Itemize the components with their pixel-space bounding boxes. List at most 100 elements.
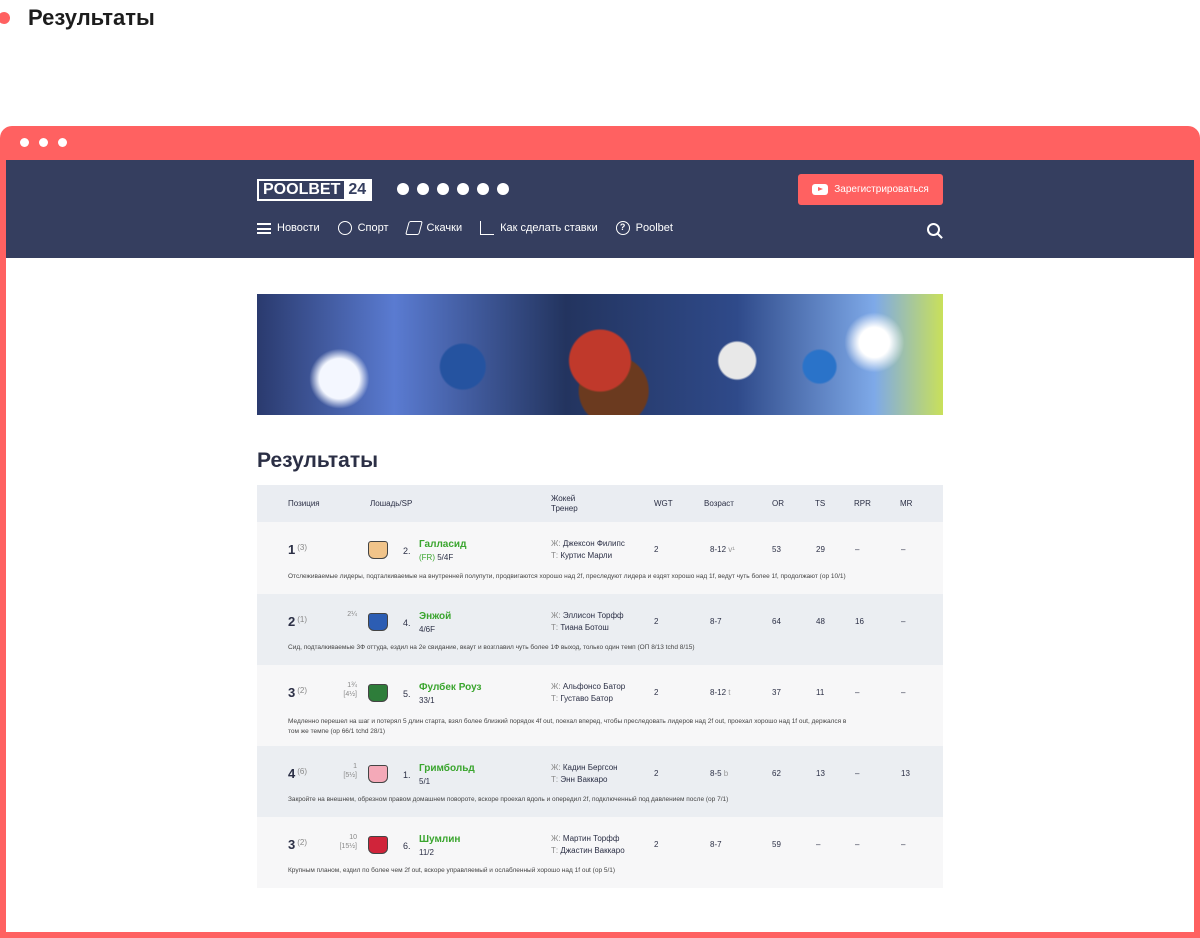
header-or: OR [772,499,784,508]
soccer-ball-icon [337,221,352,235]
starting-price: 11/2 [419,848,434,857]
browser-frame: POOLBET 24 Зарегистрироваться Новости Спо… [0,126,1200,938]
header-rpr: RPR [854,499,871,508]
race-comment: Закройте на внешнем, обрезном правом дом… [288,796,729,803]
wgt-value: 2 [654,617,659,626]
rpr-value: – [855,840,860,849]
jockey-trainer: Ж: Альфонсо Батор Т: Густаво Батор [551,682,626,703]
vk-icon[interactable] [417,183,429,195]
horse-name-link[interactable]: Энжой [419,611,451,622]
horse-number: 1. [403,770,411,780]
starting-price: 4/6F [419,625,436,634]
or-value: 53 [772,545,781,554]
distance-value: 10 [15½] [339,834,357,850]
site-header: POOLBET 24 Зарегистрироваться Новости Спо… [6,160,1194,258]
or-value: 64 [772,617,781,626]
age-value: 8-12 t [710,688,731,697]
nav-item-2[interactable]: Скачки [404,221,462,235]
position-value: 1 (3) [288,542,308,557]
mr-value: – [901,840,906,849]
window-controls [20,138,67,147]
or-value: 37 [772,688,781,697]
table-row[interactable]: 1 (3) 2. Галласид (FR) 5/4F Ж: Джексон Фи… [257,522,943,594]
race-comment: Крупным планом, ездил по более чем 2f ou… [288,867,616,874]
table-row[interactable]: 4 (6) 1 [5½] 1. Гримбольд 5/1 Ж: Кадин Бер… [257,746,943,817]
ts-value: 48 [816,617,825,626]
distance-value: 2¼ [347,611,357,618]
wgt-value: 2 [654,840,659,849]
outer-title: Результаты [0,0,155,36]
age-value: 8-5 b [710,769,729,778]
header-wgt: WGT [654,499,673,508]
facebook-icon[interactable] [457,183,469,195]
starting-price: 33/1 [419,696,435,705]
position-value: 3 (2) [288,837,308,852]
table-header: Позиция Лошадь/SP Жокей Тренер WGT Возрас… [257,485,943,522]
chart-up-icon [480,221,495,235]
horse-name-link[interactable]: Фулбек Роуз [419,682,482,693]
or-value: 59 [772,840,781,849]
jockey-silk-icon [368,613,388,631]
position-value: 4 (6) [288,766,308,781]
nav-item-3[interactable]: Как сделать ставки [480,221,598,235]
horse-name-link[interactable]: Гримбольд [419,763,475,774]
jockey-trainer: Ж: Эллисон Торфф Т: Тиана Ботош [551,611,624,632]
rpr-value: – [855,769,860,778]
ts-value: – [816,840,821,849]
window-dot-icon[interactable] [20,138,29,147]
horse-name-link[interactable]: Шумлин [419,834,460,845]
header-mr: MR [900,499,913,508]
nav-item-1[interactable]: Спорт [337,221,389,235]
horse-number: 5. [403,689,411,699]
instagram-icon[interactable] [397,183,409,195]
jockey-silk-icon [368,765,388,783]
rpr-value: – [855,688,860,697]
mr-value: – [901,617,906,626]
site-logo[interactable]: POOLBET 24 [257,179,373,201]
rpr-value: – [855,545,860,554]
mr-value: 13 [901,769,910,778]
wgt-value: 2 [654,545,659,554]
jockey-trainer: Ж: Мартин Торфф Т: Джастин Ваккаро [551,834,625,855]
position-value: 3 (2) [288,685,308,700]
search-icon[interactable] [927,223,940,236]
starting-price: (FR) 5/4F [419,553,454,562]
race-comment: Отслеживаемые лидеры, подталкиваемые на … [288,573,846,580]
jockey-trainer: Ж: Джексон Филипс Т: Куртис Марли [551,539,625,560]
bullet-dot-icon [0,12,10,24]
youtube-icon [812,184,829,195]
nav-item-4[interactable]: ? Poolbet [615,221,673,235]
mr-value: – [901,545,906,554]
header-ts: TS [815,499,826,508]
position-value: 2 (1) [288,614,308,629]
starting-price: 5/1 [419,777,431,786]
header-age: Возраст [704,499,734,508]
rpr-value: 16 [855,617,864,626]
jockey-silk-icon [368,541,388,559]
header-position: Позиция [288,499,320,508]
table-row[interactable]: 2 (1) 2¼ 4. Энжой 4/6F Ж: Эллисон Торфф Т:… [257,594,943,665]
table-row[interactable]: 3 (2) 10 [15½] 6. Шумлин 11/2 Ж: Мартин То… [257,817,943,888]
horse-number: 6. [403,841,411,851]
ts-value: 11 [816,688,825,697]
horse-icon [404,221,423,235]
register-button[interactable]: Зарегистрироваться [798,174,943,205]
horse-name-link[interactable]: Галласид [419,539,466,550]
age-value: 8-7 [710,840,722,849]
horse-number: 2. [403,546,411,556]
nav-item-0[interactable]: Новости [257,221,320,235]
odnoklassniki-icon[interactable] [477,183,489,195]
window-dot-icon[interactable] [39,138,48,147]
page-title: Результаты [257,449,379,472]
jockey-trainer: Ж: Кадин Бергсон Т: Энн Ваккаро [551,763,618,784]
distance-value: 1¾ [4½] [343,682,357,698]
jockey-silk-icon [368,836,388,854]
telegram-icon[interactable] [437,183,449,195]
or-value: 62 [772,769,781,778]
table-row[interactable]: 3 (2) 1¾ [4½] 5. Фулбек Роуз 33/1 Ж: Альфо… [257,665,943,746]
header-jockey-trainer: Жокей Тренер [551,494,578,513]
question-icon: ? [615,221,630,235]
twitter-icon[interactable] [497,183,509,195]
sports-banner-image [257,294,943,415]
window-dot-icon[interactable] [58,138,67,147]
